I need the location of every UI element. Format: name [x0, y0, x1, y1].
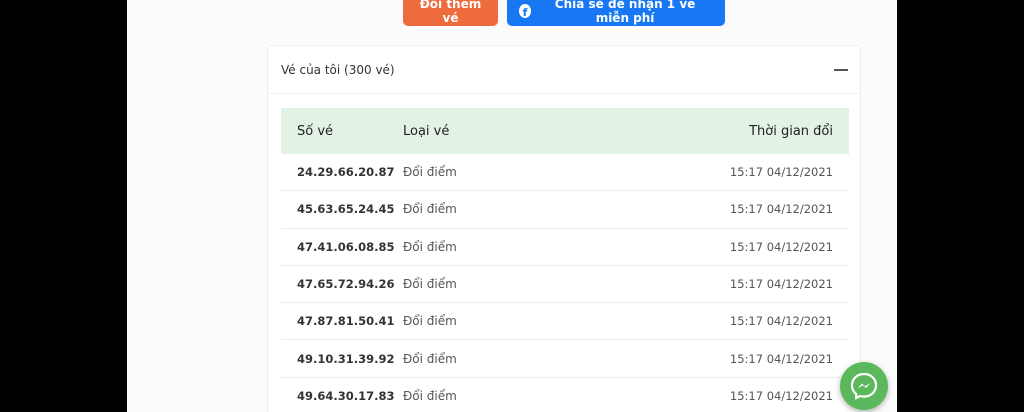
exchange-time-cell: 15:17 04/12/2021 [729, 388, 833, 403]
table-row: 45.63.65.24.45 Đổi điểm 15:17 04/12/2021 [281, 191, 849, 229]
messenger-chat-button[interactable] [840, 362, 888, 410]
share-label: Chia sẻ để nhận 1 vé miễn phí [554, 0, 696, 25]
ticket-type-cell: Đổi điểm [403, 314, 457, 329]
facebook-icon: f [519, 4, 532, 18]
table-header: Số vé Loại vé Thời gian đổi [281, 108, 849, 154]
exchange-time-cell: 15:17 04/12/2021 [729, 277, 833, 292]
header-exchange-time: Thời gian đổi [749, 123, 833, 139]
ticket-type-cell: Đổi điểm [403, 351, 457, 366]
ticket-type-cell: Đổi điểm [403, 239, 457, 254]
action-buttons: Đổi thêm vé f Chia sẻ để nhận 1 vé miễn … [127, 0, 897, 26]
exchange-time-cell: 15:17 04/12/2021 [729, 165, 833, 180]
ticket-number-cell: 47.87.81.50.41 [297, 314, 395, 329]
ticket-type-cell: Đổi điểm [403, 202, 457, 217]
share-facebook-button[interactable]: f Chia sẻ để nhận 1 vé miễn phí [507, 0, 725, 26]
exchange-time-cell: 15:17 04/12/2021 [729, 314, 833, 329]
table-body: 24.29.66.20.87 Đổi điểm 15:17 04/12/2021 45… [281, 154, 849, 412]
ticket-number-cell: 47.65.72.94.26 [297, 277, 395, 292]
header-ticket-type: Loại vé [403, 123, 450, 139]
tickets-table: Số vé Loại vé Thời gian đổi 24.29.66.20.… [281, 108, 849, 412]
ticket-number-cell: 47.41.06.08.85 [297, 239, 395, 254]
exchange-more-label: Đổi thêm vé [419, 0, 482, 25]
ticket-type-cell: Đổi điểm [403, 388, 457, 403]
ticket-type-cell: Đổi điểm [403, 165, 457, 180]
ticket-number-cell: 24.29.66.20.87 [297, 165, 395, 180]
ticket-number-cell: 49.10.31.39.92 [297, 351, 395, 366]
page-content: Đổi thêm vé f Chia sẻ để nhận 1 vé miễn … [127, 0, 897, 412]
minus-icon[interactable] [834, 68, 848, 71]
header-ticket-number: Số vé [297, 123, 334, 139]
table-row: 47.87.81.50.41 Đổi điểm 15:17 04/12/2021 [281, 303, 849, 341]
exchange-time-cell: 15:17 04/12/2021 [729, 202, 833, 217]
table-row: 49.64.30.17.83 Đổi điểm 15:17 04/12/2021 [281, 378, 849, 412]
exchange-time-cell: 15:17 04/12/2021 [729, 351, 833, 366]
table-row: 47.65.72.94.26 Đổi điểm 15:17 04/12/2021 [281, 266, 849, 304]
ticket-number-cell: 45.63.65.24.45 [297, 202, 395, 217]
table-row: 49.10.31.39.92 Đổi điểm 15:17 04/12/2021 [281, 340, 849, 378]
exchange-more-button[interactable]: Đổi thêm vé [403, 0, 498, 26]
ticket-number-cell: 49.64.30.17.83 [297, 388, 395, 403]
my-tickets-card: Vé của tôi (300 vé) Số vé Loại vé Thời g… [267, 45, 861, 412]
messenger-icon [850, 372, 878, 400]
ticket-type-cell: Đổi điểm [403, 277, 457, 292]
table-row: 47.41.06.08.85 Đổi điểm 15:17 04/12/2021 [281, 229, 849, 266]
card-title: Vé của tôi (300 vé) [281, 62, 395, 77]
table-row: 24.29.66.20.87 Đổi điểm 15:17 04/12/2021 [281, 154, 849, 192]
card-header[interactable]: Vé của tôi (300 vé) [268, 46, 860, 94]
exchange-time-cell: 15:17 04/12/2021 [729, 239, 833, 254]
